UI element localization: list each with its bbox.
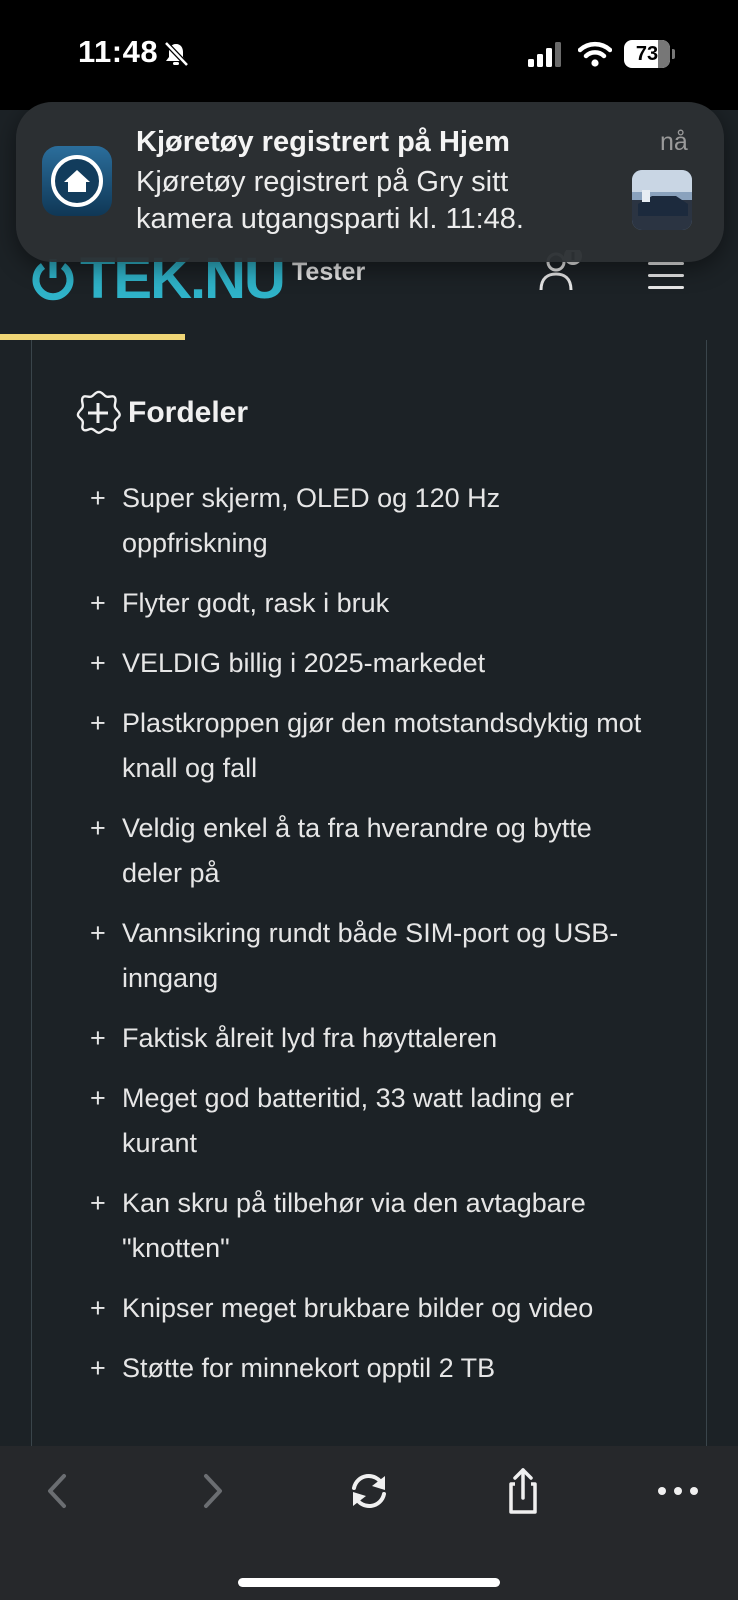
plus-mark: +	[90, 648, 106, 678]
plus-mark: +	[90, 1293, 106, 1323]
home-icon	[51, 155, 103, 207]
list-item: + Kan skru på tilbehør via den avtagbare …	[90, 1181, 650, 1271]
app-icon	[42, 146, 112, 216]
list-item: + Veldig enkel å ta fra hverandre og bytt…	[90, 806, 650, 896]
hamburger-menu-icon[interactable]	[648, 260, 684, 292]
bell-slash-icon	[164, 41, 189, 67]
plus-mark: +	[90, 813, 106, 843]
plus-mark: +	[90, 1083, 106, 1113]
list-item-text: Meget god batteritid, 33 watt lading er …	[122, 1083, 574, 1158]
share-icon[interactable]	[493, 1466, 553, 1516]
back-icon[interactable]	[28, 1466, 88, 1516]
pros-list: + Super skjerm, OLED og 120 Hz oppfriskni…	[90, 476, 650, 1406]
list-item-text: Støtte for minnekort opptil 2 TB	[122, 1353, 496, 1383]
pros-section-header: Fordeler	[76, 390, 248, 436]
notification-time: nå	[660, 128, 688, 156]
status-time: 11:48	[78, 34, 159, 69]
notification-banner[interactable]: Kjøretøy registrert på Hjem nå Kjøretøy …	[16, 102, 724, 262]
notification-title: Kjøretøy registrert på Hjem	[136, 126, 510, 158]
home-indicator[interactable]	[238, 1578, 500, 1587]
camera-snapshot-thumbnail	[632, 170, 692, 230]
reload-icon[interactable]	[339, 1466, 399, 1516]
battery-percent: 73	[635, 43, 659, 65]
plus-mark: +	[90, 588, 106, 618]
list-item-text: Vannsikring rundt både SIM-port og USB-i…	[122, 918, 619, 993]
list-item-text: Super skjerm, OLED og 120 Hz oppfrisknin…	[122, 483, 501, 558]
more-icon[interactable]	[648, 1466, 708, 1516]
list-item-text: Faktisk ålreit lyd fra høyttaleren	[122, 1023, 498, 1053]
nav-link-tester[interactable]: Tester	[292, 258, 365, 287]
section-title: Fordeler	[128, 396, 249, 429]
plus-mark: +	[90, 1188, 106, 1218]
list-item-text: Kan skru på tilbehør via den avtagbare "…	[122, 1188, 586, 1263]
browser-toolbar	[0, 1446, 738, 1600]
plus-mark: +	[90, 483, 106, 513]
wifi-icon	[578, 41, 612, 67]
list-item-text: Knipser meget brukbare bilder og video	[122, 1293, 594, 1323]
list-item: + Meget god batteritid, 33 watt lading er…	[90, 1076, 650, 1166]
status-bar: 11:48 73	[0, 0, 738, 110]
power-icon	[32, 259, 74, 301]
forward-icon[interactable]	[184, 1466, 244, 1516]
list-item: + VELDIG billig i 2025-markedet	[90, 641, 650, 686]
list-item: + Faktisk ålreit lyd fra høyttaleren	[90, 1016, 650, 1061]
list-item: + Knipser meget brukbare bilder og video	[90, 1286, 650, 1331]
list-item: + Plastkroppen gjør den motstandsdyktig m…	[90, 701, 650, 791]
plus-mark: +	[90, 1353, 106, 1383]
list-item-text: VELDIG billig i 2025-markedet	[122, 648, 486, 678]
cellular-signal-icon	[528, 42, 561, 67]
plus-mark: +	[90, 918, 106, 948]
list-item-text: Flyter godt, rask i bruk	[122, 588, 390, 618]
list-item-text: Veldig enkel å ta fra hverandre og bytte…	[122, 813, 592, 888]
phone-screen: 11:48 73 TEK.NU Tester Fordeler + Super …	[0, 0, 738, 1600]
list-item-text: Plastkroppen gjør den motstandsdyktig mo…	[122, 708, 642, 783]
notification-body: Kjøretøy registrert på Gry sitt kamera u…	[136, 166, 524, 235]
plus-mark: +	[90, 1023, 106, 1053]
list-item: + Super skjerm, OLED og 120 Hz oppfriskni…	[90, 476, 650, 566]
plus-mark: +	[90, 708, 106, 738]
battery-indicator: 73	[624, 40, 675, 68]
plus-badge-icon	[76, 390, 121, 434]
list-item: + Flyter godt, rask i bruk	[90, 581, 650, 626]
list-item: + Støtte for minnekort opptil 2 TB	[90, 1346, 650, 1391]
web-page: TEK.NU Tester Fordeler + Super skjerm, O…	[0, 110, 738, 1450]
list-item: + Vannsikring rundt både SIM-port og USB-…	[90, 911, 650, 1001]
